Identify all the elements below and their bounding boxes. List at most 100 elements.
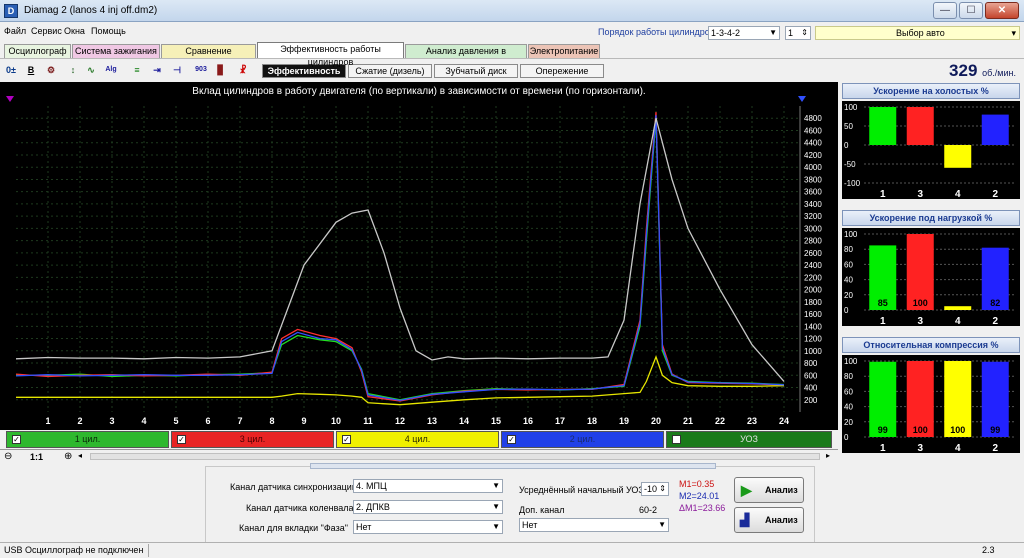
minimize-button[interactable]: —: [933, 2, 957, 19]
auto-select-label: Выбор авто: [896, 28, 945, 38]
funnel-icon[interactable]: ☧: [236, 63, 250, 77]
chevron-down-icon: ▼: [492, 481, 500, 490]
idle-accel-chart: -100 -50 0 50 100 1 3 4 2: [842, 101, 1020, 200]
chevron-down-icon: ▼: [658, 520, 666, 529]
y-tick-label: 3600: [804, 188, 822, 197]
subtab-advance[interactable]: Опережение: [520, 64, 604, 78]
tab-ignition[interactable]: Система зажигания: [72, 44, 160, 58]
analyze-detail-label: Анализ: [765, 515, 798, 525]
chevron-down-icon: ▼: [492, 502, 500, 511]
splitter[interactable]: [310, 463, 716, 469]
scroll-left-icon[interactable]: ◂: [78, 451, 82, 460]
analyze-button[interactable]: ▶ Анализ: [734, 477, 804, 503]
mini-y-tick-label: 60: [844, 260, 853, 269]
checkbox-icon[interactable]: ✓: [342, 435, 351, 444]
x-tick-label: 24: [779, 416, 789, 426]
bars-icon[interactable]: ▊: [214, 63, 228, 77]
crank-channel-label: Канал датчика коленвала: [246, 503, 354, 513]
mini-y-tick-label: 0: [844, 433, 849, 442]
right-panel: Ускорение на холостых % -100 -50 0 50 100 1 3 4…: [840, 80, 1024, 463]
x-tick-label: 18: [587, 416, 597, 426]
close-button[interactable]: ✕: [985, 2, 1019, 19]
cylinder-3-toggle[interactable]: ✓ 3 цил.: [171, 431, 334, 448]
checkbox-icon[interactable]: ✓: [507, 435, 516, 444]
settings-panel: Канал датчика синхронизации 4. МПЦ ▼ Кана…: [205, 463, 815, 546]
wave-icon[interactable]: ∿: [84, 63, 98, 77]
menu-help[interactable]: Помощь: [91, 26, 126, 36]
subtab-tooth-disc[interactable]: Зубчатый диск: [434, 64, 518, 78]
subtab-compression[interactable]: Сжатие (дизель): [348, 64, 432, 78]
scale-icon[interactable]: ↕: [66, 63, 80, 77]
crank-channel-select[interactable]: 2. ДПКВ ▼: [353, 500, 503, 514]
load-accel-header: Ускорение под нагрузкой %: [842, 210, 1020, 226]
marker-m2: M2=24.01: [679, 491, 720, 501]
tab-power-supply[interactable]: Электропитание: [528, 44, 600, 58]
menu-file[interactable]: Файл: [4, 26, 26, 36]
mini-value-label: 100: [950, 425, 965, 435]
filter-icon[interactable]: ≡: [130, 63, 144, 77]
main-plot[interactable]: Вклад цилиндров в работу двигателя (по в…: [0, 82, 838, 430]
graph-icon[interactable]: 903: [194, 63, 208, 77]
cylinder-2-toggle[interactable]: ✓ 2 цил.: [501, 431, 664, 448]
extra-channel-value: 60-2: [639, 505, 658, 515]
cylinder-4-toggle[interactable]: ✓ 4 цил.: [336, 431, 499, 448]
y-tick-label: 4400: [804, 139, 822, 148]
zoom-in-icon[interactable]: ⊕: [64, 451, 72, 462]
marker-m1: M1=0.35: [679, 479, 715, 489]
mini-y-tick-label: 0: [844, 141, 849, 150]
x-tick-label: 5: [173, 416, 178, 426]
compression-svg: 0 20 40 60 80 100 99 1 100 3 100 4 99 2: [844, 357, 1014, 454]
auto-select[interactable]: Выбор авто ▾: [815, 26, 1020, 40]
phase-channel-select[interactable]: Нет ▼: [353, 520, 503, 534]
settings-icon[interactable]: ⚙: [44, 63, 58, 77]
algorithm-icon[interactable]: Alg: [104, 63, 118, 77]
y-tick-label: 4200: [804, 151, 822, 160]
y-tick-label: 3200: [804, 212, 822, 221]
maximize-button[interactable]: ☐: [959, 2, 983, 19]
checkbox-icon[interactable]: ✓: [12, 435, 21, 444]
mini-y-tick-label: 100: [844, 230, 858, 239]
mini-value-label: 100: [913, 298, 928, 308]
tab-cylinder-compare[interactable]: Сравнение цилиндров: [161, 44, 256, 69]
mini-bar: [981, 114, 1009, 145]
uoz-label: УОЗ: [740, 434, 758, 444]
menu-service[interactable]: Сервис: [31, 26, 62, 36]
extra-channel-label: Доп. канал: [519, 505, 565, 515]
order-number-spinner[interactable]: 1 ⇕: [785, 26, 811, 40]
sync-channel-select[interactable]: 4. МПЦ ▼: [353, 479, 503, 493]
analyze-detail-button[interactable]: ▟ Анализ: [734, 507, 804, 533]
tab-pressure-analysis[interactable]: Анализ давления в цилиндре: [405, 44, 527, 69]
main-tabs: Осциллограф Система зажигания Сравнение …: [0, 42, 1024, 69]
marker-icon[interactable]: ⊣: [170, 63, 184, 77]
crank-channel-value: 2. ДПКВ: [356, 502, 390, 512]
uoz-avg-spinner[interactable]: -10 ⇕: [641, 482, 669, 496]
mini-y-tick-label: 40: [844, 276, 853, 285]
bold-b-icon[interactable]: B: [24, 63, 38, 77]
cylinder-1-toggle[interactable]: ✓ 1 цил.: [6, 431, 169, 448]
extra-channel-select[interactable]: Нет ▼: [519, 518, 669, 532]
checkbox-icon[interactable]: ✓: [177, 435, 186, 444]
toolbar: 0± B ⚙ ↕ ∿ Alg ≡ ⇥ ⊣ 903 ▊ ☧ Эффективнос…: [0, 58, 1024, 80]
tab-cylinder-efficiency[interactable]: Эффективность работы цилиндров: [257, 42, 404, 67]
menu-windows[interactable]: Окна: [64, 26, 85, 36]
y-tick-label: 1600: [804, 310, 822, 319]
mini-bar: [869, 107, 897, 145]
scroll-right-icon[interactable]: ▸: [826, 451, 830, 460]
chevron-down-icon: ▼: [769, 28, 777, 37]
x-tick-label: 6: [205, 416, 210, 426]
export-icon[interactable]: ⇥: [150, 63, 164, 77]
mini-category-label: 3: [917, 189, 923, 199]
zero-offset-icon[interactable]: 0±: [4, 63, 18, 77]
zoom-out-icon[interactable]: ⊖: [4, 451, 12, 462]
cylinder-order-select[interactable]: 1-3-4-2 ▼: [708, 26, 780, 40]
x-tick-label: 15: [491, 416, 501, 426]
uoz-toggle[interactable]: УОЗ: [666, 431, 832, 448]
y-tick-label: 200: [804, 396, 818, 405]
mini-category-label: 2: [992, 316, 998, 326]
checkbox-icon[interactable]: [672, 435, 681, 444]
idle-accel-header: Ускорение на холостых %: [842, 83, 1020, 99]
tab-oscilloscope[interactable]: Осциллограф: [4, 44, 71, 58]
y-tick-label: 400: [804, 384, 818, 393]
horizontal-scrollbar[interactable]: [90, 453, 820, 460]
x-tick-label: 4: [141, 416, 146, 426]
